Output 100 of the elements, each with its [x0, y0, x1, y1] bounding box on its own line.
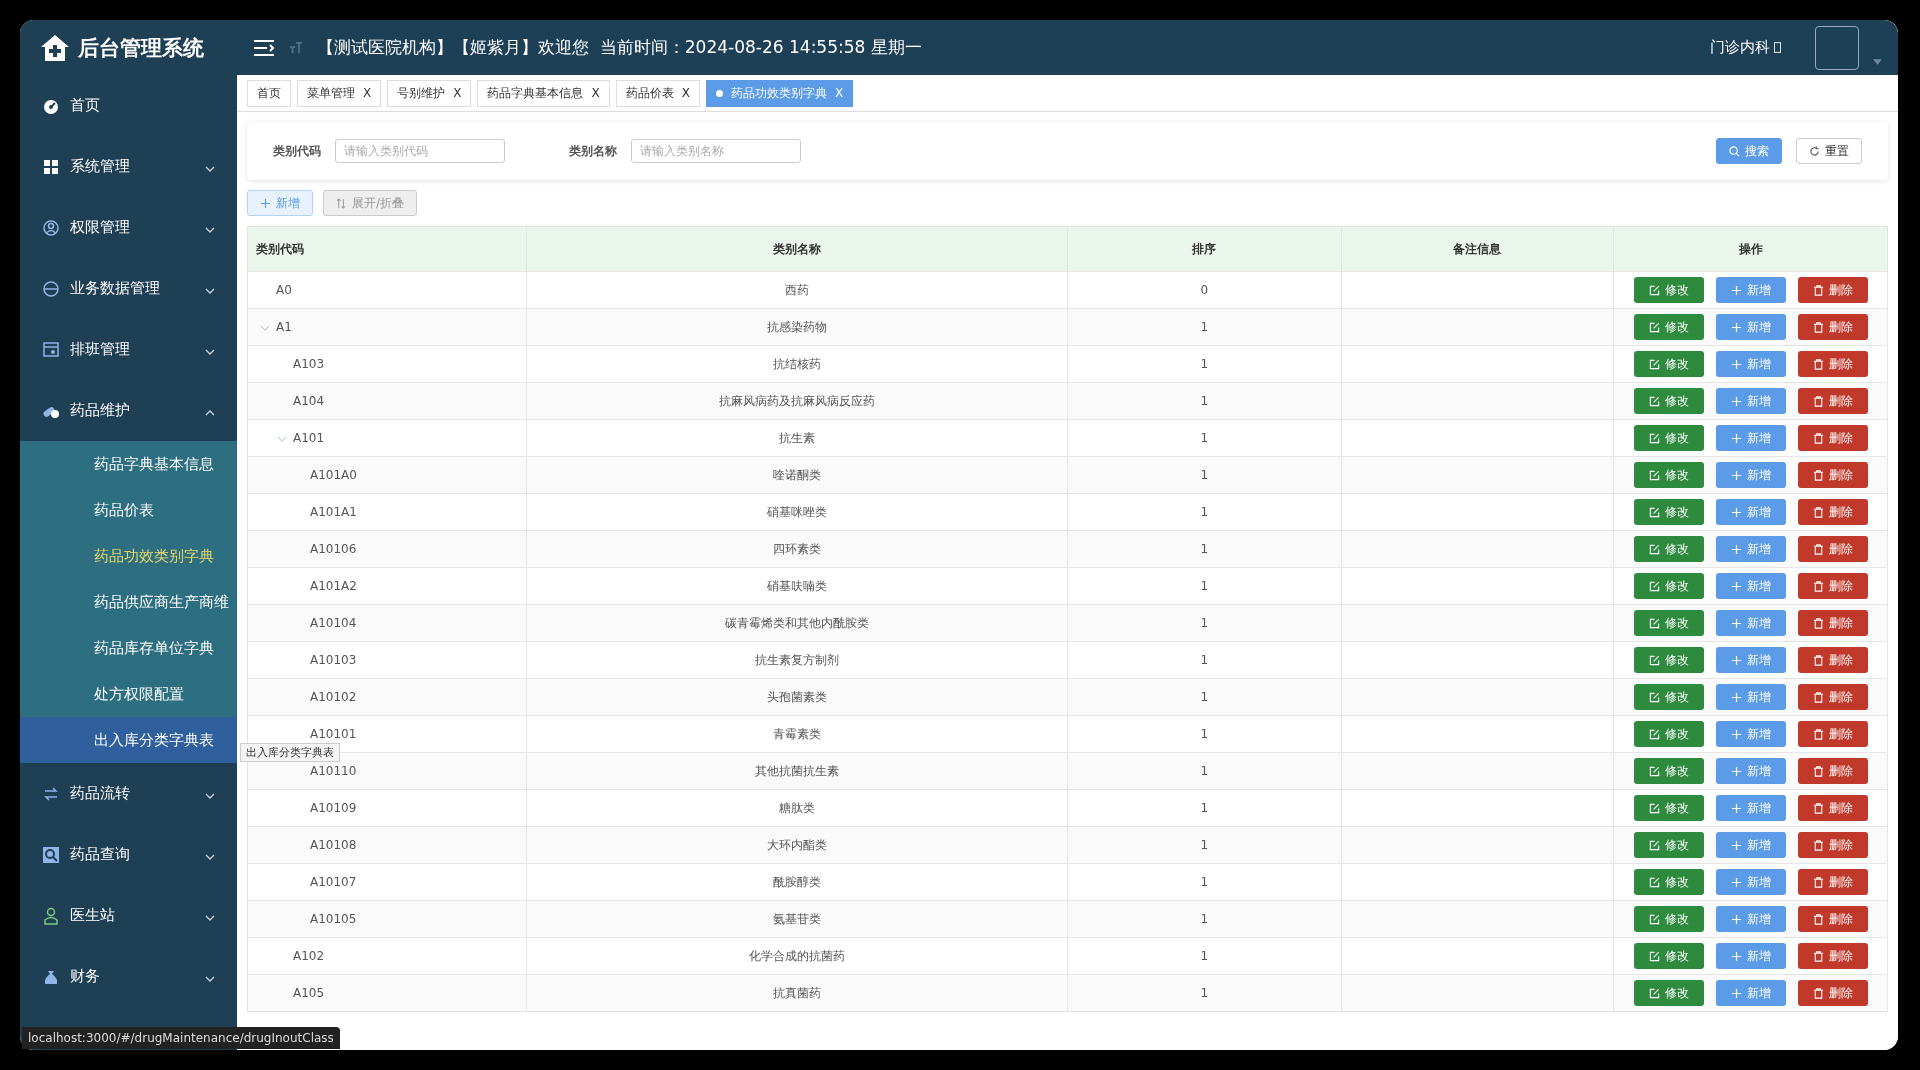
- edit-button[interactable]: 修改: [1633, 684, 1704, 710]
- add-button[interactable]: 新增: [1715, 647, 1786, 673]
- menu-item[interactable]: 系统管理: [20, 136, 237, 197]
- submenu-item[interactable]: 处方权限配置: [20, 671, 237, 717]
- chevron-icon: [205, 792, 215, 799]
- edit-icon: [1648, 506, 1660, 518]
- submenu-item[interactable]: 药品库存单位字典: [20, 625, 237, 671]
- edit-button[interactable]: 修改: [1633, 943, 1704, 969]
- edit-button[interactable]: 修改: [1633, 869, 1704, 895]
- delete-button[interactable]: 删除: [1797, 684, 1868, 710]
- tab[interactable]: 菜单管理 X: [297, 79, 382, 107]
- delete-button[interactable]: 删除: [1797, 795, 1868, 821]
- tab[interactable]: 药品价表 X: [615, 79, 700, 107]
- menu-item[interactable]: 业务数据管理: [20, 258, 237, 319]
- add-button[interactable]: 新增: [1715, 462, 1786, 488]
- search-button[interactable]: 搜索: [1716, 138, 1782, 164]
- add-button[interactable]: 新增: [1715, 758, 1786, 784]
- input-field[interactable]: 请输入类别名称: [631, 139, 801, 163]
- department-label[interactable]: 门诊内科: [1710, 38, 1781, 57]
- edit-button[interactable]: 修改: [1633, 499, 1704, 525]
- delete-button[interactable]: 删除: [1797, 314, 1868, 340]
- edit-button[interactable]: 修改: [1633, 647, 1704, 673]
- delete-button[interactable]: 删除: [1797, 906, 1868, 932]
- delete-button[interactable]: 删除: [1797, 277, 1868, 303]
- input-field[interactable]: 请输入类别代码: [335, 139, 505, 163]
- add-button[interactable]: 新增: [1715, 795, 1786, 821]
- add-button[interactable]: 新增: [1715, 499, 1786, 525]
- edit-button[interactable]: 修改: [1633, 277, 1704, 303]
- delete-button[interactable]: 删除: [1797, 351, 1868, 377]
- reset-button[interactable]: 重置: [1796, 138, 1862, 164]
- chevron-icon: [205, 348, 215, 355]
- add-button[interactable]: 新增: [1715, 351, 1786, 377]
- submenu-item[interactable]: 出入库分类字典表: [20, 717, 237, 763]
- delete-button[interactable]: 删除: [1797, 610, 1868, 636]
- tab[interactable]: 号别维护 X: [387, 79, 472, 107]
- edit-button[interactable]: 修改: [1633, 610, 1704, 636]
- edit-button[interactable]: 修改: [1633, 314, 1704, 340]
- edit-button[interactable]: 修改: [1633, 906, 1704, 932]
- chevron-icon: [205, 975, 215, 982]
- add-button[interactable]: 新增: [1715, 573, 1786, 599]
- menu-item[interactable]: 药品查询: [20, 824, 237, 885]
- submenu-item[interactable]: 药品字典基本信息: [20, 441, 237, 487]
- menu-item[interactable]: 排班管理: [20, 319, 237, 380]
- delete-button[interactable]: 删除: [1797, 721, 1868, 747]
- delete-button[interactable]: 删除: [1797, 536, 1868, 562]
- edit-button[interactable]: 修改: [1633, 573, 1704, 599]
- delete-button[interactable]: 删除: [1797, 388, 1868, 414]
- caret-icon[interactable]: [1873, 59, 1882, 65]
- tab[interactable]: 首页: [247, 79, 291, 107]
- delete-button[interactable]: 删除: [1797, 832, 1868, 858]
- menu-item[interactable]: 首页: [20, 75, 237, 136]
- add-button[interactable]: 新增: [1715, 980, 1786, 1006]
- edit-button[interactable]: 修改: [1633, 462, 1704, 488]
- menu-item[interactable]: 药品流转: [20, 763, 237, 824]
- edit-button[interactable]: 修改: [1633, 832, 1704, 858]
- edit-button[interactable]: 修改: [1633, 721, 1704, 747]
- delete-button[interactable]: 删除: [1797, 425, 1868, 451]
- menu-item[interactable]: 医生站: [20, 885, 237, 946]
- delete-button[interactable]: 删除: [1797, 499, 1868, 525]
- add-button[interactable]: 新增: [1715, 906, 1786, 932]
- delete-button[interactable]: 删除: [1797, 869, 1868, 895]
- add-button[interactable]: 新增: [1715, 869, 1786, 895]
- menu-item[interactable]: 财务: [20, 946, 237, 1007]
- delete-button[interactable]: 删除: [1797, 943, 1868, 969]
- delete-button[interactable]: 删除: [1797, 462, 1868, 488]
- add-button[interactable]: 新增: [1715, 277, 1786, 303]
- add-button[interactable]: 新增: [1715, 721, 1786, 747]
- expand-collapse-button[interactable]: 展开/折叠: [323, 190, 418, 216]
- add-button[interactable]: 新增: [1715, 388, 1786, 414]
- tab[interactable]: 药品字典基本信息 X: [477, 79, 610, 107]
- submenu-item[interactable]: 药品供应商生产商维: [20, 579, 237, 625]
- submenu-item[interactable]: 药品功效类别字典: [20, 533, 237, 579]
- plus-icon: [1730, 654, 1742, 666]
- delete-button[interactable]: 删除: [1797, 758, 1868, 784]
- edit-button[interactable]: 修改: [1633, 758, 1704, 784]
- edit-button[interactable]: 修改: [1633, 351, 1704, 377]
- edit-button[interactable]: 修改: [1633, 980, 1704, 1006]
- menu-item[interactable]: 权限管理: [20, 197, 237, 258]
- tab[interactable]: 药品功效类别字典 X: [705, 79, 854, 107]
- submenu-item[interactable]: 药品价表: [20, 487, 237, 533]
- avatar[interactable]: [1815, 25, 1859, 70]
- delete-button[interactable]: 删除: [1797, 573, 1868, 599]
- delete-button[interactable]: 删除: [1797, 980, 1868, 1006]
- edit-button[interactable]: 修改: [1633, 795, 1704, 821]
- edit-button[interactable]: 修改: [1633, 425, 1704, 451]
- add-button[interactable]: 新增: [1715, 610, 1786, 636]
- add-button[interactable]: 新增: [1715, 314, 1786, 340]
- plus-icon: [1730, 802, 1742, 814]
- add-button[interactable]: 新增: [1715, 684, 1786, 710]
- add-button[interactable]: 新增: [1715, 536, 1786, 562]
- delete-button[interactable]: 删除: [1797, 647, 1868, 673]
- menu-icon[interactable]: [253, 38, 275, 57]
- add-button[interactable]: 新增: [1715, 943, 1786, 969]
- add-button[interactable]: 新增: [1715, 425, 1786, 451]
- edit-button[interactable]: 修改: [1633, 536, 1704, 562]
- table-cell: 1: [1067, 826, 1342, 864]
- menu-item[interactable]: 药品维护: [20, 380, 237, 441]
- add-button[interactable]: 新增: [1715, 832, 1786, 858]
- edit-button[interactable]: 修改: [1633, 388, 1704, 414]
- add-button[interactable]: 新增: [247, 190, 313, 216]
